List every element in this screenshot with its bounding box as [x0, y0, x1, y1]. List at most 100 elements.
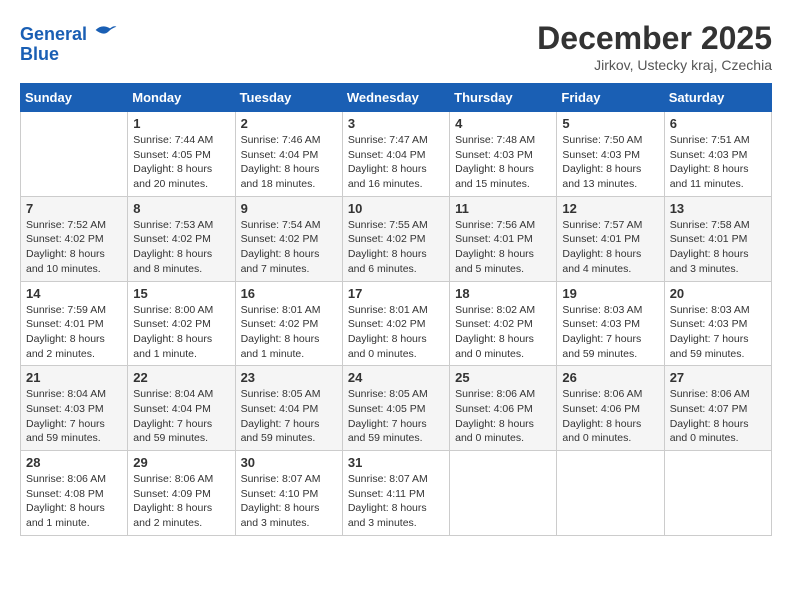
- day-number: 1: [133, 116, 229, 131]
- calendar-cell: 16 Sunrise: 8:01 AM Sunset: 4:02 PM Dayli…: [235, 281, 342, 366]
- day-number: 11: [455, 201, 551, 216]
- calendar-cell: 7Sunrise: 7:52 AM Sunset: 4:02 PM Daylig…: [21, 196, 128, 281]
- day-info: Sunrise: 8:06 AM Sunset: 4:07 PM Dayligh…: [670, 387, 766, 446]
- location: Jirkov, Ustecky kraj, Czechia: [537, 57, 772, 73]
- calendar-cell: 8 Sunrise: 7:53 AM Sunset: 4:02 PM Daylig…: [128, 196, 235, 281]
- day-number: 27: [670, 370, 766, 385]
- day-number: 10: [348, 201, 444, 216]
- day-info: Sunrise: 8:06 AM Sunset: 4:06 PM Dayligh…: [455, 387, 551, 446]
- day-info: Sunrise: 8:03 AM Sunset: 4:03 PM Dayligh…: [562, 303, 658, 362]
- day-info: Sunrise: 7:48 AM Sunset: 4:03 PM Dayligh…: [455, 133, 551, 192]
- day-number: 26: [562, 370, 658, 385]
- day-info: Sunrise: 8:05 AM Sunset: 4:05 PM Dayligh…: [348, 387, 444, 446]
- day-info: Sunrise: 7:44 AM Sunset: 4:05 PM Dayligh…: [133, 133, 229, 192]
- calendar-header: SundayMondayTuesdayWednesdayThursdayFrid…: [21, 84, 772, 112]
- calendar-cell: 25 Sunrise: 8:06 AM Sunset: 4:06 PM Dayli…: [450, 366, 557, 451]
- day-info: Sunrise: 7:56 AM Sunset: 4:01 PM Dayligh…: [455, 218, 551, 277]
- calendar-cell: 10 Sunrise: 7:55 AM Sunset: 4:02 PM Dayli…: [342, 196, 449, 281]
- calendar-week-row: 28 Sunrise: 8:06 AM Sunset: 4:08 PM Dayli…: [21, 451, 772, 536]
- calendar-week-row: 7Sunrise: 7:52 AM Sunset: 4:02 PM Daylig…: [21, 196, 772, 281]
- calendar-cell: [557, 451, 664, 536]
- day-info: Sunrise: 7:57 AM Sunset: 4:01 PM Dayligh…: [562, 218, 658, 277]
- calendar-cell: 4 Sunrise: 7:48 AM Sunset: 4:03 PM Daylig…: [450, 112, 557, 197]
- day-info: Sunrise: 7:46 AM Sunset: 4:04 PM Dayligh…: [241, 133, 337, 192]
- day-info: Sunrise: 7:54 AM Sunset: 4:02 PM Dayligh…: [241, 218, 337, 277]
- day-number: 19: [562, 286, 658, 301]
- day-info: Sunrise: 8:07 AM Sunset: 4:10 PM Dayligh…: [241, 472, 337, 531]
- day-info: Sunrise: 7:47 AM Sunset: 4:04 PM Dayligh…: [348, 133, 444, 192]
- day-info: Sunrise: 7:53 AM Sunset: 4:02 PM Dayligh…: [133, 218, 229, 277]
- logo-bird-icon: [94, 20, 118, 40]
- day-info: Sunrise: 8:06 AM Sunset: 4:06 PM Dayligh…: [562, 387, 658, 446]
- weekday-header-wednesday: Wednesday: [342, 84, 449, 112]
- calendar-cell: 3 Sunrise: 7:47 AM Sunset: 4:04 PM Daylig…: [342, 112, 449, 197]
- calendar-cell: 5 Sunrise: 7:50 AM Sunset: 4:03 PM Daylig…: [557, 112, 664, 197]
- month-title: December 2025: [537, 20, 772, 57]
- calendar-cell: 1 Sunrise: 7:44 AM Sunset: 4:05 PM Daylig…: [128, 112, 235, 197]
- day-info: Sunrise: 7:52 AM Sunset: 4:02 PM Dayligh…: [26, 218, 122, 277]
- day-number: 4: [455, 116, 551, 131]
- day-number: 16: [241, 286, 337, 301]
- day-info: Sunrise: 7:51 AM Sunset: 4:03 PM Dayligh…: [670, 133, 766, 192]
- day-number: 18: [455, 286, 551, 301]
- day-number: 25: [455, 370, 551, 385]
- calendar-cell: 15 Sunrise: 8:00 AM Sunset: 4:02 PM Dayli…: [128, 281, 235, 366]
- day-number: 9: [241, 201, 337, 216]
- calendar-table: SundayMondayTuesdayWednesdayThursdayFrid…: [20, 83, 772, 536]
- day-number: 24: [348, 370, 444, 385]
- title-area: December 2025 Jirkov, Ustecky kraj, Czec…: [537, 20, 772, 73]
- logo-general: General: [20, 24, 87, 44]
- logo-blue: Blue: [20, 44, 59, 64]
- day-info: Sunrise: 8:01 AM Sunset: 4:02 PM Dayligh…: [348, 303, 444, 362]
- day-number: 20: [670, 286, 766, 301]
- day-info: Sunrise: 8:00 AM Sunset: 4:02 PM Dayligh…: [133, 303, 229, 362]
- calendar-cell: [450, 451, 557, 536]
- day-info: Sunrise: 8:04 AM Sunset: 4:03 PM Dayligh…: [26, 387, 122, 446]
- calendar-cell: 2Sunrise: 7:46 AM Sunset: 4:04 PM Daylig…: [235, 112, 342, 197]
- weekday-header-sunday: Sunday: [21, 84, 128, 112]
- day-number: 15: [133, 286, 229, 301]
- day-number: 8: [133, 201, 229, 216]
- day-number: 12: [562, 201, 658, 216]
- weekday-header-friday: Friday: [557, 84, 664, 112]
- day-number: 3: [348, 116, 444, 131]
- calendar-cell: [21, 112, 128, 197]
- day-info: Sunrise: 7:55 AM Sunset: 4:02 PM Dayligh…: [348, 218, 444, 277]
- day-info: Sunrise: 8:07 AM Sunset: 4:11 PM Dayligh…: [348, 472, 444, 531]
- day-number: 23: [241, 370, 337, 385]
- day-info: Sunrise: 7:58 AM Sunset: 4:01 PM Dayligh…: [670, 218, 766, 277]
- day-info: Sunrise: 8:06 AM Sunset: 4:08 PM Dayligh…: [26, 472, 122, 531]
- day-info: Sunrise: 8:03 AM Sunset: 4:03 PM Dayligh…: [670, 303, 766, 362]
- calendar-cell: 6 Sunrise: 7:51 AM Sunset: 4:03 PM Daylig…: [664, 112, 771, 197]
- weekday-header-row: SundayMondayTuesdayWednesdayThursdayFrid…: [21, 84, 772, 112]
- calendar-cell: 26 Sunrise: 8:06 AM Sunset: 4:06 PM Dayli…: [557, 366, 664, 451]
- day-number: 28: [26, 455, 122, 470]
- calendar-cell: 24 Sunrise: 8:05 AM Sunset: 4:05 PM Dayli…: [342, 366, 449, 451]
- weekday-header-saturday: Saturday: [664, 84, 771, 112]
- calendar-cell: 20 Sunrise: 8:03 AM Sunset: 4:03 PM Dayli…: [664, 281, 771, 366]
- page-header: General Blue December 2025 Jirkov, Ustec…: [20, 20, 772, 73]
- day-number: 5: [562, 116, 658, 131]
- weekday-header-monday: Monday: [128, 84, 235, 112]
- calendar-cell: 9 Sunrise: 7:54 AM Sunset: 4:02 PM Daylig…: [235, 196, 342, 281]
- calendar-cell: 27 Sunrise: 8:06 AM Sunset: 4:07 PM Dayli…: [664, 366, 771, 451]
- calendar-week-row: 14Sunrise: 7:59 AM Sunset: 4:01 PM Dayli…: [21, 281, 772, 366]
- day-number: 22: [133, 370, 229, 385]
- day-number: 21: [26, 370, 122, 385]
- day-info: Sunrise: 8:06 AM Sunset: 4:09 PM Dayligh…: [133, 472, 229, 531]
- weekday-header-thursday: Thursday: [450, 84, 557, 112]
- calendar-cell: 14Sunrise: 7:59 AM Sunset: 4:01 PM Dayli…: [21, 281, 128, 366]
- logo: General Blue: [20, 20, 118, 65]
- calendar-week-row: 1 Sunrise: 7:44 AM Sunset: 4:05 PM Daylig…: [21, 112, 772, 197]
- day-info: Sunrise: 7:50 AM Sunset: 4:03 PM Dayligh…: [562, 133, 658, 192]
- day-info: Sunrise: 8:01 AM Sunset: 4:02 PM Dayligh…: [241, 303, 337, 362]
- day-info: Sunrise: 8:05 AM Sunset: 4:04 PM Dayligh…: [241, 387, 337, 446]
- calendar-cell: 31Sunrise: 8:07 AM Sunset: 4:11 PM Dayli…: [342, 451, 449, 536]
- calendar-cell: [664, 451, 771, 536]
- day-number: 17: [348, 286, 444, 301]
- day-info: Sunrise: 8:02 AM Sunset: 4:02 PM Dayligh…: [455, 303, 551, 362]
- day-number: 6: [670, 116, 766, 131]
- calendar-cell: 30Sunrise: 8:07 AM Sunset: 4:10 PM Dayli…: [235, 451, 342, 536]
- calendar-cell: 23 Sunrise: 8:05 AM Sunset: 4:04 PM Dayli…: [235, 366, 342, 451]
- day-info: Sunrise: 7:59 AM Sunset: 4:01 PM Dayligh…: [26, 303, 122, 362]
